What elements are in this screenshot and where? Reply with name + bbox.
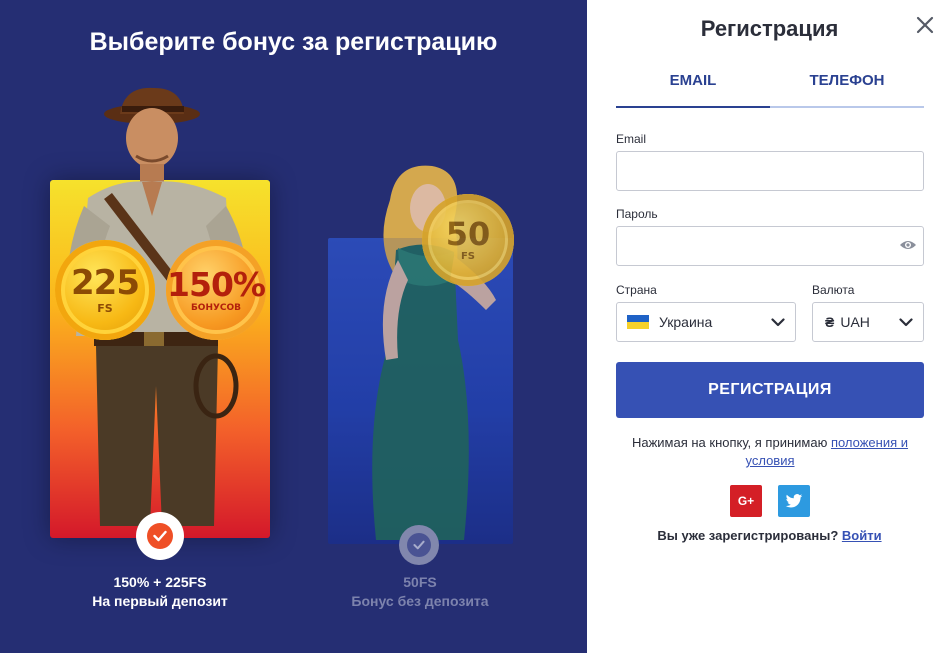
google-plus-button[interactable]: G+ — [730, 485, 762, 517]
twitter-icon — [785, 493, 803, 508]
coin-150-unit: БОНУСОВ — [190, 302, 242, 313]
free-spins-50-coin: 50 FS — [422, 194, 514, 286]
currency-label: Валюта — [812, 283, 855, 297]
bonus-no-deposit-subtitle: Бонус без депозита — [351, 593, 489, 609]
bonus-first-deposit-subtitle: На первый депозит — [92, 593, 228, 609]
coin-225-value: 225 — [71, 262, 140, 303]
registration-title: Регистрация — [700, 16, 839, 41]
coin-50-unit: FS — [460, 251, 476, 262]
email-field[interactable] — [616, 151, 924, 191]
country-select[interactable]: Украина — [616, 302, 796, 342]
bonus-150-coin: 150% БОНУСОВ — [166, 240, 266, 340]
coin-50-value: 50 — [445, 215, 491, 253]
country-value: Украина — [659, 314, 713, 330]
already-registered-text: Вы уже зарегистрированы? Войти — [587, 528, 952, 543]
email-label: Email — [616, 132, 647, 146]
password-field[interactable] — [616, 226, 924, 266]
chevron-down-icon — [899, 318, 913, 327]
ukraine-flag-icon — [627, 315, 649, 329]
already-registered-prefix: Вы уже зарегистрированы? — [657, 528, 842, 543]
show-password-icon[interactable] — [899, 238, 917, 252]
terms-text: Нажимая на кнопку, я принимаю положения … — [607, 434, 933, 470]
twitter-button[interactable] — [778, 485, 810, 517]
bonus-no-deposit-title: 50FS — [403, 574, 437, 590]
hryvnia-icon: ₴ — [825, 314, 835, 330]
tab-phone[interactable]: ТЕЛЕФОН — [770, 72, 924, 108]
currency-select[interactable]: ₴ UAH — [812, 302, 924, 342]
coin-150-value: 150% — [167, 264, 266, 304]
bonus-no-deposit-radio[interactable] — [399, 525, 439, 565]
country-label: Страна — [616, 283, 657, 297]
check-icon — [407, 533, 431, 557]
coin-225-unit: FS — [97, 301, 113, 315]
register-button[interactable]: РЕГИСТРАЦИЯ — [616, 362, 924, 418]
bonus-panel-title: Выберите бонус за регистрацию — [89, 28, 498, 56]
close-icon[interactable] — [914, 14, 936, 36]
bonus-panel: Выберите бонус за регистрацию 225 FS 150… — [0, 0, 587, 653]
free-spins-225-coin: 225 FS — [55, 240, 155, 340]
registration-panel: Регистрация EMAIL ТЕЛЕФОН Email Пароль С… — [587, 0, 952, 653]
bonus-first-deposit-title: 150% + 225FS — [113, 574, 207, 590]
bonus-first-deposit-radio[interactable] — [136, 512, 184, 560]
chevron-down-icon — [771, 318, 785, 327]
tab-email[interactable]: EMAIL — [616, 72, 770, 108]
bonus-first-deposit-caption: 150% + 225FS На первый депозит — [50, 573, 270, 611]
bonus-no-deposit-caption: 50FS Бонус без депозита — [320, 573, 520, 611]
login-link[interactable]: Войти — [842, 528, 882, 543]
google-plus-icon: G+ — [737, 494, 755, 508]
terms-prefix: Нажимая на кнопку, я принимаю — [631, 435, 831, 450]
bonus-card-no-deposit-overlay — [328, 238, 513, 544]
password-label: Пароль — [616, 207, 658, 221]
check-icon — [147, 523, 173, 549]
currency-value: UAH — [840, 314, 870, 330]
